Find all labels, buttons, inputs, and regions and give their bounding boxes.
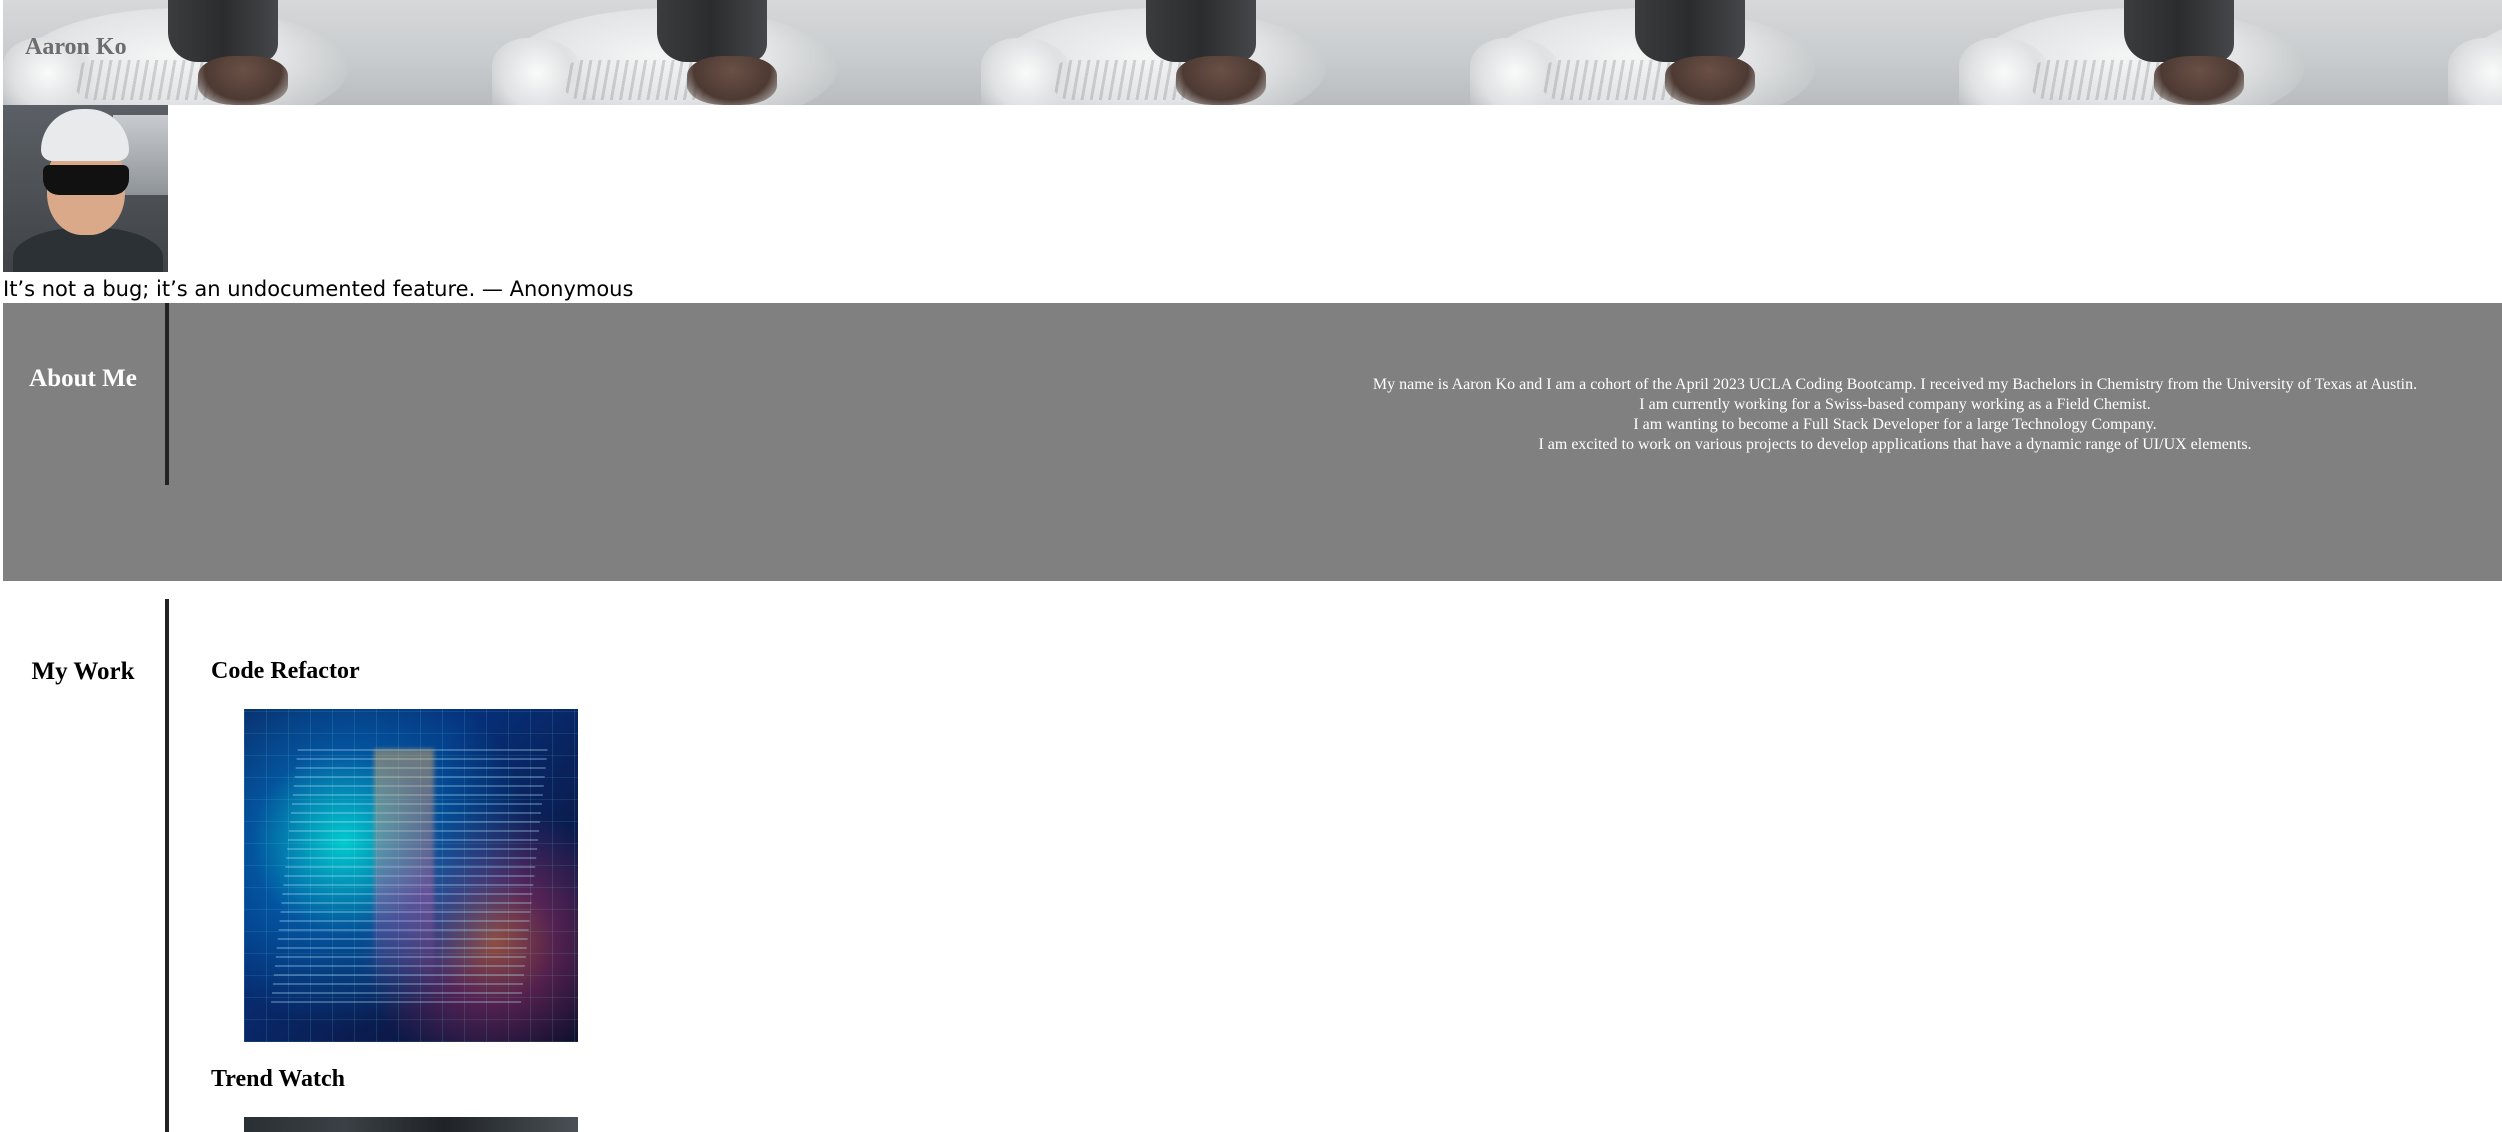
about-text: My name is Aaron Ko and I am a cohort of…: [1250, 375, 2502, 455]
about-divider: [165, 303, 169, 485]
quote-text: It’s not a bug; it’s an undocumented fea…: [3, 277, 634, 301]
portfolio-page: Aaron Ko It’s not a bug; it’s an undocum…: [0, 0, 2502, 1132]
about-line: I am excited to work on various projects…: [1538, 436, 2252, 453]
project-title: Trend Watch: [211, 1066, 346, 1092]
banner-shoe-image: [2448, 0, 2502, 105]
banner-shoe-image: [1959, 0, 2448, 105]
banner-shoe-image: [981, 0, 1470, 105]
about-title: About Me: [29, 365, 137, 392]
about-section: About Me My name is Aaron Ko and I am a …: [3, 303, 2502, 581]
about-line: I am wanting to become a Full Stack Deve…: [1633, 416, 2157, 433]
profile-avatar: [3, 105, 168, 272]
about-line: My name is Aaron Ko and I am a cohort of…: [1372, 376, 2418, 393]
project-image-link[interactable]: [244, 709, 578, 1042]
banner-shoe-image: [1470, 0, 1959, 105]
banner-shoe-image: [492, 0, 981, 105]
project-title: Code Refactor: [211, 658, 360, 684]
work-title: My Work: [31, 658, 135, 685]
site-name: Aaron Ko: [25, 34, 127, 60]
work-divider: [165, 599, 169, 1132]
project-image-link[interactable]: [244, 1117, 578, 1132]
header-banner: Aaron Ko: [3, 0, 2502, 105]
about-line: I am currently working for a Swiss-based…: [1639, 396, 2151, 413]
